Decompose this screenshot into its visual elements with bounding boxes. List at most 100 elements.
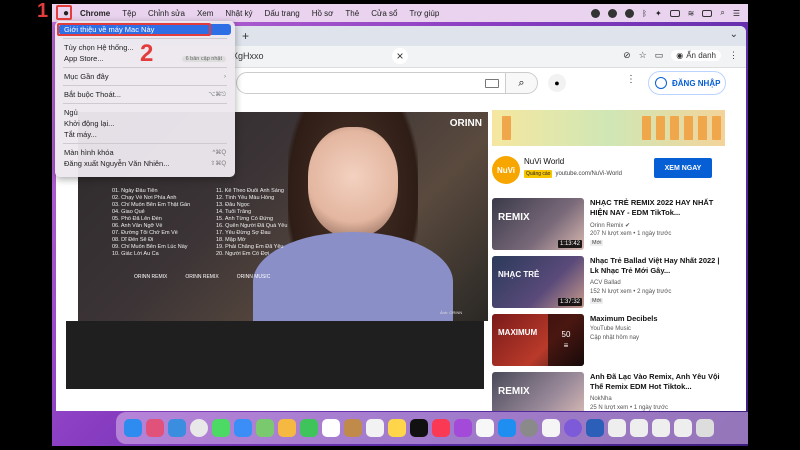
video-title[interactable]: Nhạc Trẻ Ballad Việt Hay Nhất 2022 | Lk … xyxy=(590,256,726,276)
force-quit-item[interactable]: Bắt buộc Thoát... ⌥⌘⎋ xyxy=(59,89,231,100)
chrome-icon[interactable] xyxy=(190,419,208,437)
menu-file[interactable]: Tệp xyxy=(122,9,136,18)
messages-icon[interactable] xyxy=(212,419,230,437)
wifi-icon[interactable]: ≋ xyxy=(688,9,695,18)
close-icon[interactable]: × xyxy=(392,48,408,64)
menu-history[interactable]: Nhật ký xyxy=(225,9,252,18)
document-icon[interactable] xyxy=(630,419,648,437)
podcasts-icon[interactable] xyxy=(454,419,472,437)
menu-item-label: Đăng xuất Nguyễn Văn Nhiên... xyxy=(64,159,170,168)
new-tab-icon[interactable]: + xyxy=(242,29,249,43)
status-app-icon[interactable] xyxy=(591,8,601,18)
playlist-title[interactable]: Maximum Decibels xyxy=(590,314,726,324)
menu-tab[interactable]: Thẻ xyxy=(345,9,359,18)
more-icon[interactable]: ⋮ xyxy=(729,50,738,61)
control-center-icon[interactable]: ☰ xyxy=(733,9,740,18)
bluetooth-icon[interactable]: ᛒ xyxy=(642,9,647,18)
ad-cta-button[interactable]: XEM NGAY xyxy=(654,158,712,178)
document-icon[interactable] xyxy=(652,419,670,437)
reminders-icon[interactable] xyxy=(366,419,384,437)
menu-item-highlight xyxy=(57,23,211,36)
settings-dots-icon[interactable]: ⋮ xyxy=(626,74,636,85)
contacts-icon[interactable] xyxy=(344,419,362,437)
battery-icon[interactable] xyxy=(702,9,713,17)
sign-in-button[interactable]: ĐĂNG NHẬP xyxy=(648,71,726,95)
incognito-badge[interactable]: ◉ Ẩn danh xyxy=(671,50,721,61)
video-thumbnail[interactable]: NHẠC TRẺ 1:37:32 xyxy=(492,256,584,308)
menu-window[interactable]: Cửa sổ xyxy=(371,9,397,18)
system-settings-icon[interactable] xyxy=(520,419,538,437)
thumb-label: REMIX xyxy=(498,212,530,223)
ad-banner[interactable] xyxy=(492,110,725,146)
viber-icon[interactable] xyxy=(564,419,582,437)
menu-bookmarks[interactable]: Dấu trang xyxy=(265,9,300,18)
safari-icon[interactable] xyxy=(168,419,186,437)
restart-item[interactable]: Khởi động lại... xyxy=(59,118,231,129)
list-item[interactable]: REMIX 1:13:42 NHẠC TRẺ REMIX 2022 HAY NH… xyxy=(492,198,725,252)
sleep-item[interactable]: Ngủ xyxy=(59,107,231,118)
word-icon[interactable] xyxy=(586,419,604,437)
list-item[interactable]: MAXIMUM 50 ≡ Maximum Decibels YouTube Mu… xyxy=(492,314,725,368)
channel-name[interactable]: NokNha xyxy=(590,396,612,402)
notes-icon[interactable] xyxy=(388,419,406,437)
trash-icon[interactable] xyxy=(696,419,714,437)
video-thumbnail[interactable]: REMIX xyxy=(492,372,584,411)
menu-profiles[interactable]: Hồ sơ xyxy=(312,9,334,18)
shutdown-item[interactable]: Tắt máy... xyxy=(59,129,231,140)
status-app-icon-2[interactable] xyxy=(608,8,618,18)
freeform-icon[interactable] xyxy=(476,419,494,437)
dock xyxy=(116,412,748,444)
calendar-icon[interactable] xyxy=(322,419,340,437)
search-button[interactable]: ⌕ xyxy=(506,72,538,94)
channel-name[interactable]: YouTube Music xyxy=(590,326,631,332)
app-store-icon[interactable] xyxy=(498,419,516,437)
keyboard-icon[interactable] xyxy=(669,9,680,17)
recent-items-item[interactable]: Mục Gần đây › xyxy=(59,71,231,82)
video-title[interactable]: NHẠC TRẺ REMIX 2022 HAY NHẤT HIỆN NAY - … xyxy=(590,198,726,218)
voice-search-button[interactable]: ● xyxy=(548,74,566,92)
menu-view[interactable]: Xem xyxy=(197,9,213,18)
playlist-thumbnail[interactable]: MAXIMUM 50 ≡ xyxy=(492,314,584,366)
channel-name[interactable]: ACV Ballad xyxy=(590,280,621,286)
search-input[interactable] xyxy=(236,72,506,94)
photos-icon[interactable] xyxy=(278,419,296,437)
shortcut-label: ⌥⌘⎋ xyxy=(208,91,226,98)
menu-divider xyxy=(63,143,227,144)
mail-icon[interactable] xyxy=(234,419,252,437)
video-meta: 207 N lượt xem • 1 ngày trước xyxy=(590,231,672,237)
apple-tv-icon[interactable] xyxy=(410,419,428,437)
eye-off-icon[interactable]: ⊘ xyxy=(623,50,631,61)
video-title[interactable]: Anh Đã Lạc Vào Remix, Anh Yêu Vội Thế Re… xyxy=(590,372,726,392)
lock-screen-item[interactable]: Màn hình khóa ^⌘Q xyxy=(59,147,231,158)
music-icon[interactable] xyxy=(432,419,450,437)
maps-icon[interactable] xyxy=(256,419,274,437)
search-icon[interactable]: ⌕ xyxy=(720,8,724,18)
menu-edit[interactable]: Chỉnh sửa xyxy=(148,9,185,18)
ad-logo[interactable]: NuVi xyxy=(492,156,520,184)
document-icon[interactable] xyxy=(674,419,692,437)
list-item[interactable]: REMIX Anh Đã Lạc Vào Remix, Anh Yêu Vội … xyxy=(492,372,725,411)
launchpad-icon[interactable] xyxy=(146,419,164,437)
ad-subtitle: Quảng cáo youtube.com/NuVi-World xyxy=(524,170,622,178)
window-icon[interactable]: ▭ xyxy=(655,50,664,61)
menu-help[interactable]: Trợ giúp xyxy=(409,9,439,18)
log-out-item[interactable]: Đăng xuất Nguyễn Văn Nhiên... ⇧⌘Q xyxy=(59,158,231,169)
url-text[interactable]: XgHxxo xyxy=(232,51,264,61)
menu-divider xyxy=(63,85,227,86)
channel-name[interactable]: Orinn Remix ✔ xyxy=(590,222,630,229)
tab-search-chevron-icon[interactable]: ⌄ xyxy=(730,29,738,40)
video-thumbnail[interactable]: REMIX 1:13:42 xyxy=(492,198,584,250)
ad-product-image xyxy=(502,116,511,140)
document-icon[interactable] xyxy=(608,419,626,437)
tools-icon[interactable]: ✦ xyxy=(655,9,662,18)
ad-title[interactable]: NuVi World xyxy=(524,157,564,166)
viber-icon[interactable] xyxy=(625,8,635,18)
keyboard-icon[interactable] xyxy=(485,79,499,88)
menu-app-name[interactable]: Chrome xyxy=(80,9,110,18)
list-item[interactable]: NHẠC TRẺ 1:37:32 Nhạc Trẻ Ballad Việt Ha… xyxy=(492,256,725,310)
zalo-icon[interactable] xyxy=(542,419,560,437)
star-icon[interactable]: ☆ xyxy=(639,50,647,61)
submenu-chevron-icon: › xyxy=(224,73,226,80)
finder-icon[interactable] xyxy=(124,419,142,437)
facetime-icon[interactable] xyxy=(300,419,318,437)
